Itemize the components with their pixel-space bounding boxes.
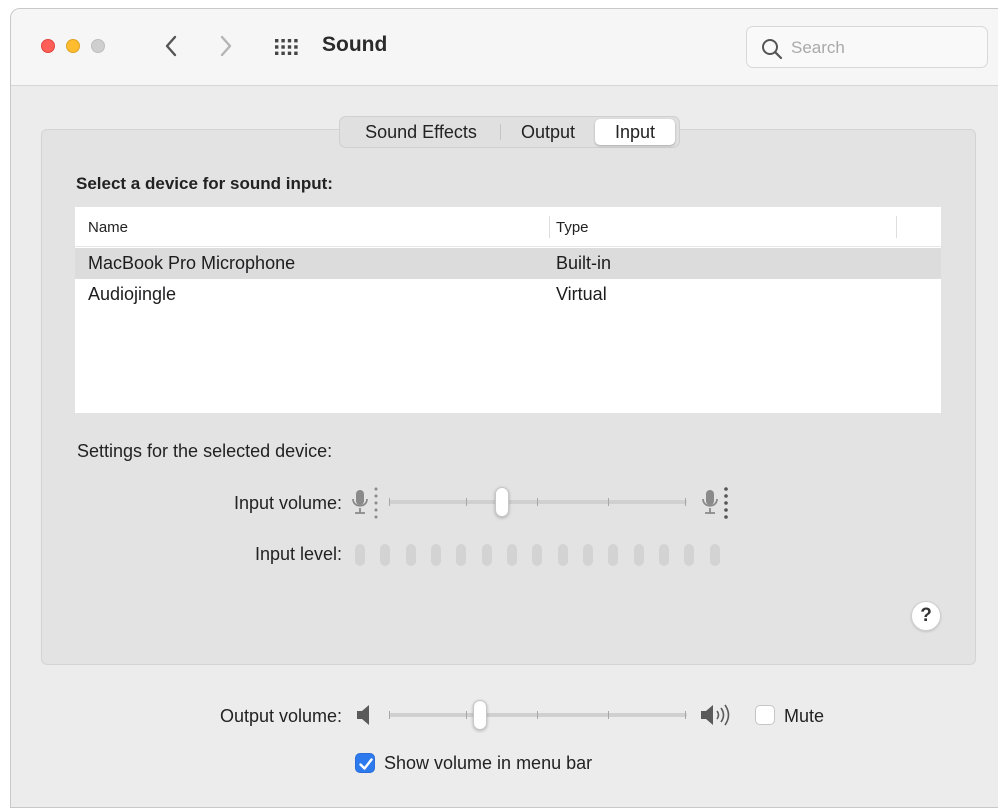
slider-tick: [466, 498, 467, 506]
slider-tick: [466, 711, 467, 719]
level-bar: [431, 544, 441, 566]
zoom-button[interactable]: [91, 39, 105, 53]
input-device-heading: Select a device for sound input:: [76, 174, 333, 193]
level-bar: [406, 544, 416, 566]
show-all-grid-icon[interactable]: [274, 37, 298, 57]
level-bar: [532, 544, 542, 566]
output-volume-slider-track[interactable]: [389, 713, 687, 717]
slider-tick: [537, 498, 538, 506]
input-volume-slider-knob[interactable]: [495, 487, 509, 517]
input-level-label: Input level:: [254, 544, 342, 564]
microphone-high-icon: [702, 487, 728, 519]
level-bar: [456, 544, 466, 566]
level-bar: [355, 544, 365, 566]
window-title: Sound: [322, 33, 388, 56]
slider-tick: [537, 711, 538, 719]
level-bar: [608, 544, 618, 566]
output-volume-slider-knob[interactable]: [473, 700, 487, 730]
title-bar: Sound: [11, 9, 998, 86]
show-volume-label: Show volume in menu bar: [384, 753, 593, 773]
microphone-low-icon: [352, 487, 378, 519]
help-button[interactable]: ?: [911, 601, 941, 631]
device-type: Built-in: [556, 253, 612, 273]
close-button[interactable]: [41, 39, 55, 53]
slider-tick: [389, 498, 390, 506]
speaker-low-icon: [357, 705, 369, 725]
forward-icon[interactable]: [214, 29, 238, 63]
level-bar: [659, 544, 669, 566]
show-volume-checkbox[interactable]: [355, 753, 375, 773]
tab-input[interactable]: Input: [595, 119, 675, 145]
input-volume-slider-track[interactable]: [389, 500, 687, 504]
level-bar: [710, 544, 720, 566]
column-separator: [549, 216, 550, 238]
table-row[interactable]: Audiojingle Virtual: [75, 279, 941, 310]
level-bar: [583, 544, 593, 566]
output-volume-label: Output volume:: [219, 706, 342, 726]
slider-tick: [608, 711, 609, 719]
mute-checkbox[interactable]: [755, 705, 775, 725]
search-icon: [762, 39, 783, 60]
slider-tick: [608, 498, 609, 506]
level-bar: [507, 544, 517, 566]
slider-tick: [685, 498, 686, 506]
slider-tick: [389, 711, 390, 719]
table-header: Name Type: [75, 207, 941, 247]
device-name: Audiojingle: [88, 284, 177, 304]
mute-label: Mute: [784, 706, 825, 726]
search-input[interactable]: [791, 36, 971, 60]
column-header-name[interactable]: Name: [88, 219, 128, 236]
settings-label: Settings for the selected device:: [77, 441, 333, 461]
level-bar: [482, 544, 492, 566]
slider-tick: [685, 711, 686, 719]
column-header-type[interactable]: Type: [556, 219, 589, 236]
device-name: MacBook Pro Microphone: [88, 253, 296, 273]
level-bar: [558, 544, 568, 566]
column-separator: [896, 216, 897, 238]
tab-output[interactable]: Output: [501, 119, 595, 145]
device-type: Virtual: [556, 284, 607, 304]
system-preferences-window: Sound Sound Effects Output Input Select …: [10, 8, 998, 808]
speaker-high-icon: [701, 704, 730, 726]
tab-sound-effects[interactable]: Sound Effects: [342, 119, 500, 145]
input-device-table[interactable]: Name Type MacBook Pro Microphone Built-i…: [75, 207, 941, 413]
level-bar: [634, 544, 644, 566]
tab-bar: Sound Effects Output Input: [339, 116, 680, 148]
input-volume-label: Input volume:: [233, 493, 342, 513]
level-bar: [684, 544, 694, 566]
back-icon[interactable]: [159, 29, 183, 63]
level-bar: [380, 544, 390, 566]
search-field[interactable]: [746, 26, 988, 68]
checkmark-icon: [359, 758, 373, 770]
minimize-button[interactable]: [66, 39, 80, 53]
table-row[interactable]: MacBook Pro Microphone Built-in: [75, 248, 941, 279]
